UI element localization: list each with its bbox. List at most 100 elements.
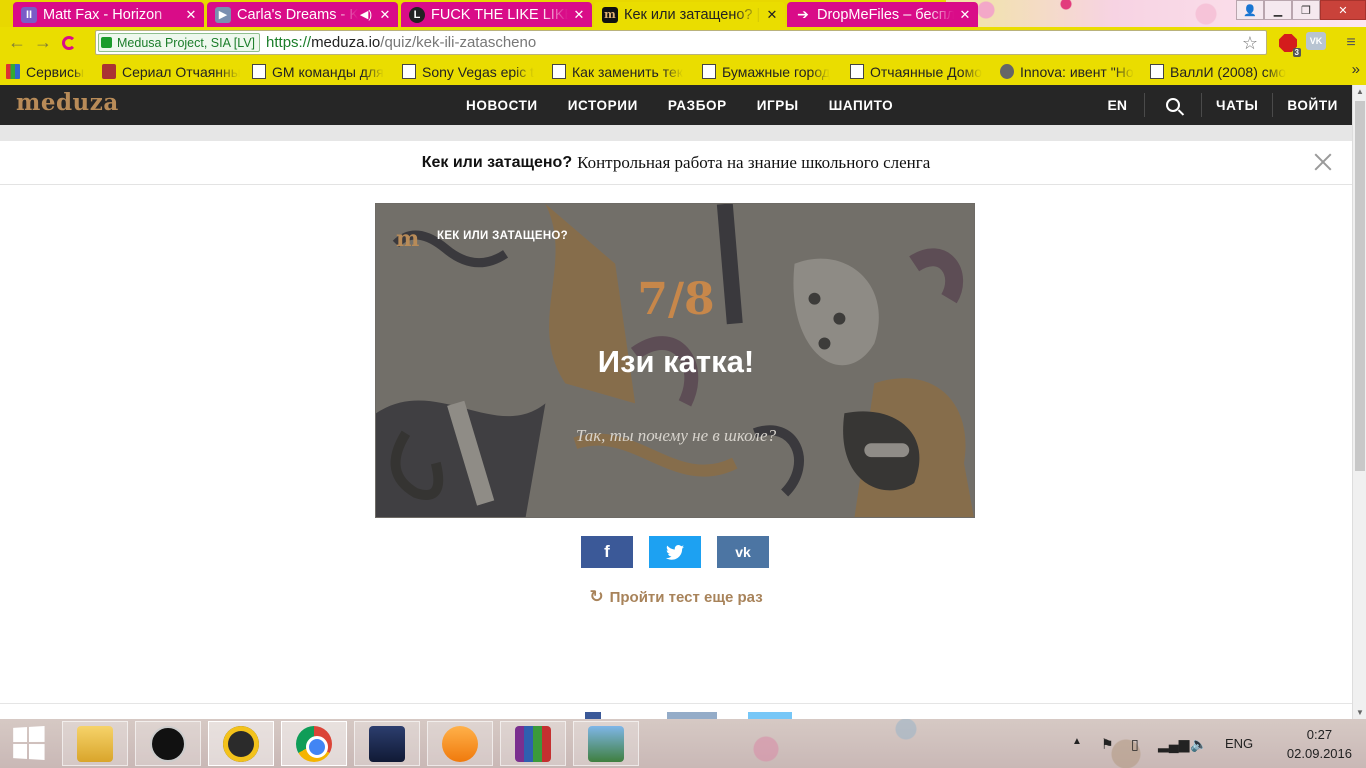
- nav-news[interactable]: НОВОСТИ: [466, 98, 538, 113]
- input-language-indicator[interactable]: ENG: [1225, 736, 1253, 751]
- vk-extension-button[interactable]: VK: [1306, 32, 1326, 50]
- browser-menu-button[interactable]: ≡: [1340, 32, 1362, 54]
- address-bar[interactable]: Medusa Project, SIA [LV] https://meduza.…: [95, 30, 1267, 55]
- url-text[interactable]: https://meduza.io/quiz/kek-ili-zataschen…: [266, 34, 536, 51]
- meduza-m-icon: m: [396, 226, 420, 252]
- taskbar-aimp[interactable]: [208, 721, 274, 766]
- scrollbar-thumb[interactable]: [1355, 101, 1365, 471]
- bookmark-item[interactable]: Как заменить тек: [546, 58, 696, 85]
- user-profile-icon[interactable]: 👤: [1236, 0, 1264, 20]
- page-scrollbar[interactable]: ▲ ▼: [1352, 85, 1366, 719]
- header-spacer: [0, 125, 1352, 141]
- system-clock[interactable]: 0:27 02.09.2016: [1287, 725, 1352, 763]
- taskbar-lineage2[interactable]: [354, 721, 420, 766]
- battery-icon[interactable]: ▯: [1131, 736, 1139, 753]
- clock-time: 0:27: [1306, 727, 1333, 742]
- tab-close-icon[interactable]: ✕: [184, 7, 198, 23]
- tab-5[interactable]: ➔ DropMeFiles – беспл ✕: [787, 2, 978, 27]
- tab-1[interactable]: II Matt Fax - Horizon ✕: [13, 2, 204, 27]
- page-icon: [402, 64, 416, 79]
- tray-expand-icon[interactable]: ▲: [1072, 736, 1082, 747]
- back-button[interactable]: ←: [4, 30, 30, 56]
- nav-analysis[interactable]: РАЗБОР: [668, 98, 727, 113]
- vk-icon: vk: [735, 544, 751, 560]
- bookmark-item[interactable]: Сервисы: [0, 58, 96, 85]
- bookmark-item[interactable]: Сериал Отчаянные: [96, 58, 246, 85]
- bookmark-item[interactable]: Отчаянные Домо: [844, 58, 994, 85]
- scroll-down-icon[interactable]: ▼: [1356, 708, 1364, 717]
- site-header: meduza НОВОСТИ ИСТОРИИ РАЗБОР ИГРЫ ШАПИТ…: [0, 85, 1352, 125]
- meduza-logo[interactable]: meduza: [16, 89, 119, 116]
- taskbar-photo-viewer[interactable]: [573, 721, 639, 766]
- url-scheme: https://: [266, 34, 312, 51]
- bookmark-item[interactable]: Innova: ивент "Но: [994, 58, 1144, 85]
- taskbar-ble-app[interactable]: [135, 721, 201, 766]
- tab-close-icon[interactable]: ✕: [958, 7, 972, 23]
- media-player-icon: [442, 725, 478, 762]
- close-window-icon[interactable]: ✕: [1320, 0, 1366, 20]
- page-icon: [1150, 64, 1164, 79]
- tab-strip: II Matt Fax - Horizon ✕ ▶ Carla's Dreams…: [0, 0, 1366, 27]
- tab-close-icon[interactable]: ✕: [572, 7, 586, 23]
- windows-start-icon[interactable]: [13, 726, 45, 760]
- close-icon[interactable]: [1312, 151, 1334, 173]
- action-center-flag-icon[interactable]: ⚑: [1101, 736, 1114, 753]
- bookmark-item[interactable]: GM команды для: [246, 58, 396, 85]
- chrome-icon: [296, 725, 332, 762]
- bookmark-item[interactable]: ВаллИ (2008) смо: [1144, 58, 1304, 85]
- folder-icon: [77, 725, 113, 762]
- bookmarks-overflow-button[interactable]: »: [1352, 61, 1360, 78]
- chats-link[interactable]: ЧАТЫ: [1202, 98, 1272, 113]
- bookmark-item[interactable]: Бумажные город: [696, 58, 844, 85]
- tab-title: Кек или затащено? |: [624, 6, 761, 23]
- tab-4-active[interactable]: m Кек или затащено? | ✕: [594, 2, 785, 27]
- login-link[interactable]: ВОЙТИ: [1273, 98, 1352, 113]
- language-switch[interactable]: EN: [1091, 97, 1144, 113]
- adblock-extension-button[interactable]: 3: [1277, 32, 1301, 57]
- volume-icon[interactable]: 🔈: [1190, 736, 1207, 753]
- adblock-badge: 3: [1292, 48, 1301, 57]
- retry-quiz-link[interactable]: ↻ Пройти тест еще раз: [0, 587, 1352, 607]
- network-signal-icon[interactable]: ▂▄▆: [1158, 736, 1189, 753]
- L-icon: L: [409, 6, 425, 23]
- bookmark-label: Sony Vegas epic t: [422, 63, 535, 80]
- share-facebook-button[interactable]: f: [581, 536, 633, 568]
- header-actions: EN ЧАТЫ ВОЙТИ: [1091, 85, 1352, 125]
- nav-stories[interactable]: ИСТОРИИ: [568, 98, 638, 113]
- tab-2[interactable]: ▶ Carla's Dreams - K ◀) ✕: [207, 2, 398, 27]
- nav-games[interactable]: ИГРЫ: [757, 98, 799, 113]
- nav-shapito[interactable]: ШАПИТО: [829, 98, 894, 113]
- bookmark-label: Бумажные город: [722, 63, 830, 80]
- tab-close-icon[interactable]: ✕: [765, 7, 779, 23]
- tab-title: FUCK THE LIKE LIKE: [431, 6, 568, 23]
- bookmark-item[interactable]: Sony Vegas epic t: [396, 58, 546, 85]
- taskbar-file-explorer[interactable]: [62, 721, 128, 766]
- taskbar-media-player[interactable]: [427, 721, 493, 766]
- ble-app-icon: [150, 725, 186, 762]
- forward-button[interactable]: →: [30, 30, 56, 56]
- bookmark-star-icon[interactable]: ☆: [1242, 33, 1258, 54]
- result-subtitle: Так, ты почему не в школе?: [575, 426, 777, 445]
- speaker-icon[interactable]: ◀): [360, 8, 372, 21]
- tab-title: Carla's Dreams - K: [237, 6, 358, 23]
- share-twitter-button[interactable]: [649, 536, 701, 568]
- restore-icon[interactable]: ❐: [1292, 0, 1320, 20]
- photo-viewer-icon: [588, 725, 624, 762]
- lock-icon: [101, 37, 112, 48]
- minimize-icon[interactable]: ▁: [1264, 0, 1292, 20]
- browser-toolbar: ← → Medusa Project, SIA [LV] https://med…: [0, 27, 1366, 58]
- share-vk-button[interactable]: vk: [717, 536, 769, 568]
- security-indicator[interactable]: Medusa Project, SIA [LV]: [98, 33, 261, 52]
- refresh-icon: ↻: [589, 587, 604, 606]
- taskbar-chrome[interactable]: [281, 721, 347, 766]
- tab-close-icon[interactable]: ✕: [378, 7, 392, 23]
- taskbar-winrar[interactable]: [500, 721, 566, 766]
- search-button[interactable]: [1145, 98, 1201, 112]
- play-icon: ▶: [215, 6, 231, 23]
- aimp-icon: [223, 725, 259, 762]
- reload-button[interactable]: [56, 30, 82, 56]
- apps-grid-icon: [6, 64, 20, 79]
- retry-label: Пройти тест еще раз: [609, 589, 763, 606]
- scroll-up-icon[interactable]: ▲: [1356, 87, 1364, 96]
- tab-3[interactable]: L FUCK THE LIKE LIKE ✕: [401, 2, 592, 27]
